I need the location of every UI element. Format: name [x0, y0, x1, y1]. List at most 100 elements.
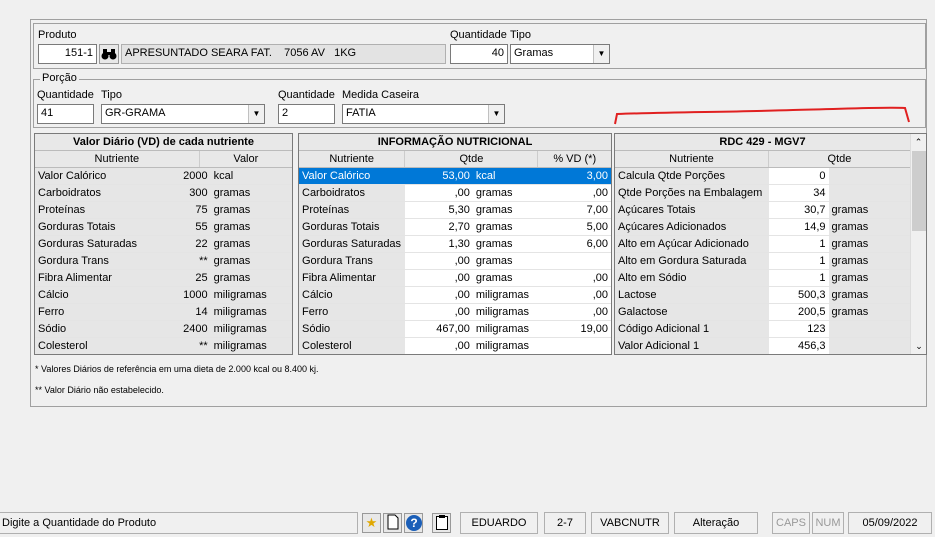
clipboard-icon[interactable] [432, 513, 451, 533]
status-message: Digite a Quantidade do Produto [0, 512, 358, 534]
info-nutriente-cell: Ferro [299, 304, 406, 320]
porcao-qtd2-input[interactable]: 2 [278, 104, 335, 124]
info-qtde-cell[interactable]: ,00 [405, 338, 473, 354]
medida-caseira-select[interactable]: FATIA ▼ [342, 104, 505, 124]
rdc-qtde-cell[interactable]: 456,3 [769, 338, 829, 354]
vd-unit-cell: gramas [210, 219, 292, 235]
info-vd-cell: 6,00 [586, 238, 608, 250]
info-unit-cell: gramas [475, 204, 513, 216]
table-row[interactable]: Alto em Sódio 1 gramas [615, 270, 910, 287]
rdc-qtde-cell[interactable]: 500,3 [769, 287, 829, 303]
vd-unit-cell: gramas [210, 253, 292, 269]
table-row[interactable]: Código Adicional 1 123 [615, 321, 910, 338]
status-date: 05/09/2022 [848, 512, 932, 534]
info-unit-cell: gramas [475, 272, 513, 284]
table-row[interactable]: Gorduras Saturadas 22 gramas [35, 236, 292, 253]
document-icon[interactable] [383, 513, 402, 533]
rdc-scrollbar[interactable]: ⌃ ⌄ [910, 134, 926, 354]
vd-unit-cell: gramas [210, 236, 292, 252]
rdc-qtde-cell[interactable]: 34 [769, 185, 829, 201]
info-qtde-cell[interactable]: 53,00 [405, 168, 473, 184]
table-row[interactable]: Gordura Trans ,00 gramas [299, 253, 611, 270]
vd-valor-cell: 2000 [151, 168, 211, 184]
info-qtde-cell[interactable]: ,00 [405, 304, 473, 320]
rdc-table-body: Calcula Qtde Porções 0 Qtde Porções na Emb… [615, 168, 910, 354]
rdc-qtde-cell[interactable]: 1 [769, 253, 829, 269]
table-row[interactable]: Colesterol ** miligramas [35, 338, 292, 354]
table-row[interactable]: Sódio 2400 miligramas [35, 321, 292, 338]
vd-table-body: Valor Calórico 2000 kcal Carboidratos 300 gra… [35, 168, 292, 354]
info-qtde-cell[interactable]: ,00 [405, 185, 473, 201]
table-row[interactable]: Cálcio ,00 miligramas ,00 [299, 287, 611, 304]
produto-tipo-value: Gramas [514, 47, 554, 59]
rdc-qtde-cell[interactable]: 1 [769, 270, 829, 286]
rdc-col-nutriente: Nutriente [615, 151, 769, 167]
status-code: 2-7 [544, 512, 586, 534]
table-row[interactable]: Calcula Qtde Porções 0 [615, 168, 910, 185]
info-qtde-cell[interactable]: ,00 [405, 287, 473, 303]
table-row[interactable]: Gordura Trans ** gramas [35, 253, 292, 270]
table-row[interactable]: Fibra Alimentar ,00 gramas ,00 [299, 270, 611, 287]
chevron-down-icon[interactable]: ▼ [593, 45, 609, 63]
info-vd-cell: ,00 [592, 306, 608, 318]
table-row[interactable]: Qtde Porções na Embalagem 34 [615, 185, 910, 202]
table-row[interactable]: Valor Calórico 2000 kcal [35, 168, 292, 185]
vd-valor-cell: 22 [151, 236, 211, 252]
info-qtde-cell[interactable]: 467,00 [405, 321, 473, 337]
table-row[interactable]: Açúcares Totais 30,7 gramas [615, 202, 910, 219]
porcao-tipo-select[interactable]: GR-GRAMA ▼ [101, 104, 265, 124]
star-icon[interactable]: ★ [362, 513, 381, 533]
table-row[interactable]: Gorduras Totais 55 gramas [35, 219, 292, 236]
rdc-qtde-cell[interactable]: 123 [769, 321, 829, 337]
status-mode: Alteração [674, 512, 758, 534]
produto-qtd-input[interactable]: 40 [450, 44, 508, 64]
table-row[interactable]: Ferro ,00 miligramas ,00 [299, 304, 611, 321]
porcao-tipo-label: Tipo [101, 89, 122, 101]
info-table-header: Nutriente Qtde % VD (*) [299, 151, 611, 168]
info-qtde-cell[interactable]: ,00 [405, 270, 473, 286]
scroll-up-icon[interactable]: ⌃ [911, 134, 926, 150]
info-qtde-cell[interactable]: 5,30 [405, 202, 473, 218]
produto-tipo-select[interactable]: Gramas ▼ [510, 44, 610, 64]
rdc-qtde-cell[interactable]: 14,9 [769, 219, 829, 235]
vd-unit-cell: gramas [210, 185, 292, 201]
vd-table-header: Nutriente Valor [35, 151, 292, 168]
info-col-nutriente: Nutriente [299, 151, 406, 167]
table-row[interactable]: Valor Adicional 1 456,3 [615, 338, 910, 354]
info-qtde-cell[interactable]: 1,30 [405, 236, 473, 252]
rdc-qtde-cell[interactable]: 0 [769, 168, 829, 184]
red-annotation-scribble [614, 106, 910, 125]
info-qtde-cell[interactable]: ,00 [405, 253, 473, 269]
table-row[interactable]: Carboidratos ,00 gramas ,00 [299, 185, 611, 202]
chevron-down-icon[interactable]: ▼ [248, 105, 264, 123]
info-qtde-cell[interactable]: 2,70 [405, 219, 473, 235]
help-icon[interactable]: ? [404, 513, 423, 533]
porcao-qtd-input[interactable]: 41 [37, 104, 94, 124]
table-row[interactable]: Colesterol ,00 miligramas [299, 338, 611, 354]
table-row[interactable]: Cálcio 1000 miligramas [35, 287, 292, 304]
table-row[interactable]: Lactose 500,3 gramas [615, 287, 910, 304]
vd-valor-cell: ** [151, 338, 211, 354]
rdc-qtde-cell[interactable]: 1 [769, 236, 829, 252]
table-row[interactable]: Valor Calórico 53,00 kcal 3,00 [299, 168, 611, 185]
chevron-down-icon[interactable]: ▼ [488, 105, 504, 123]
table-row[interactable]: Sódio 467,00 miligramas 19,00 [299, 321, 611, 338]
table-row[interactable]: Fibra Alimentar 25 gramas [35, 270, 292, 287]
scroll-down-icon[interactable]: ⌄ [911, 338, 926, 354]
table-row[interactable]: Alto em Gordura Saturada 1 gramas [615, 253, 910, 270]
binoculars-search-icon[interactable] [99, 44, 119, 64]
table-row[interactable]: Alto em Açúcar Adicionado 1 gramas [615, 236, 910, 253]
table-row[interactable]: Proteínas 75 gramas [35, 202, 292, 219]
rdc-table-header: Nutriente Qtde [615, 151, 910, 168]
table-row[interactable]: Ferro 14 miligramas [35, 304, 292, 321]
table-row[interactable]: Carboidratos 300 gramas [35, 185, 292, 202]
rdc-qtde-cell[interactable]: 200,5 [769, 304, 829, 320]
table-row[interactable]: Gorduras Saturadas 1,30 gramas 6,00 [299, 236, 611, 253]
table-row[interactable]: Gorduras Totais 2,70 gramas 5,00 [299, 219, 611, 236]
produto-code-input[interactable]: 151-1 [38, 44, 97, 64]
rdc-qtde-cell[interactable]: 30,7 [769, 202, 829, 218]
scroll-thumb[interactable] [912, 151, 926, 231]
table-row[interactable]: Proteínas 5,30 gramas 7,00 [299, 202, 611, 219]
table-row[interactable]: Açúcares Adicionados 14,9 gramas [615, 219, 910, 236]
table-row[interactable]: Galactose 200,5 gramas [615, 304, 910, 321]
